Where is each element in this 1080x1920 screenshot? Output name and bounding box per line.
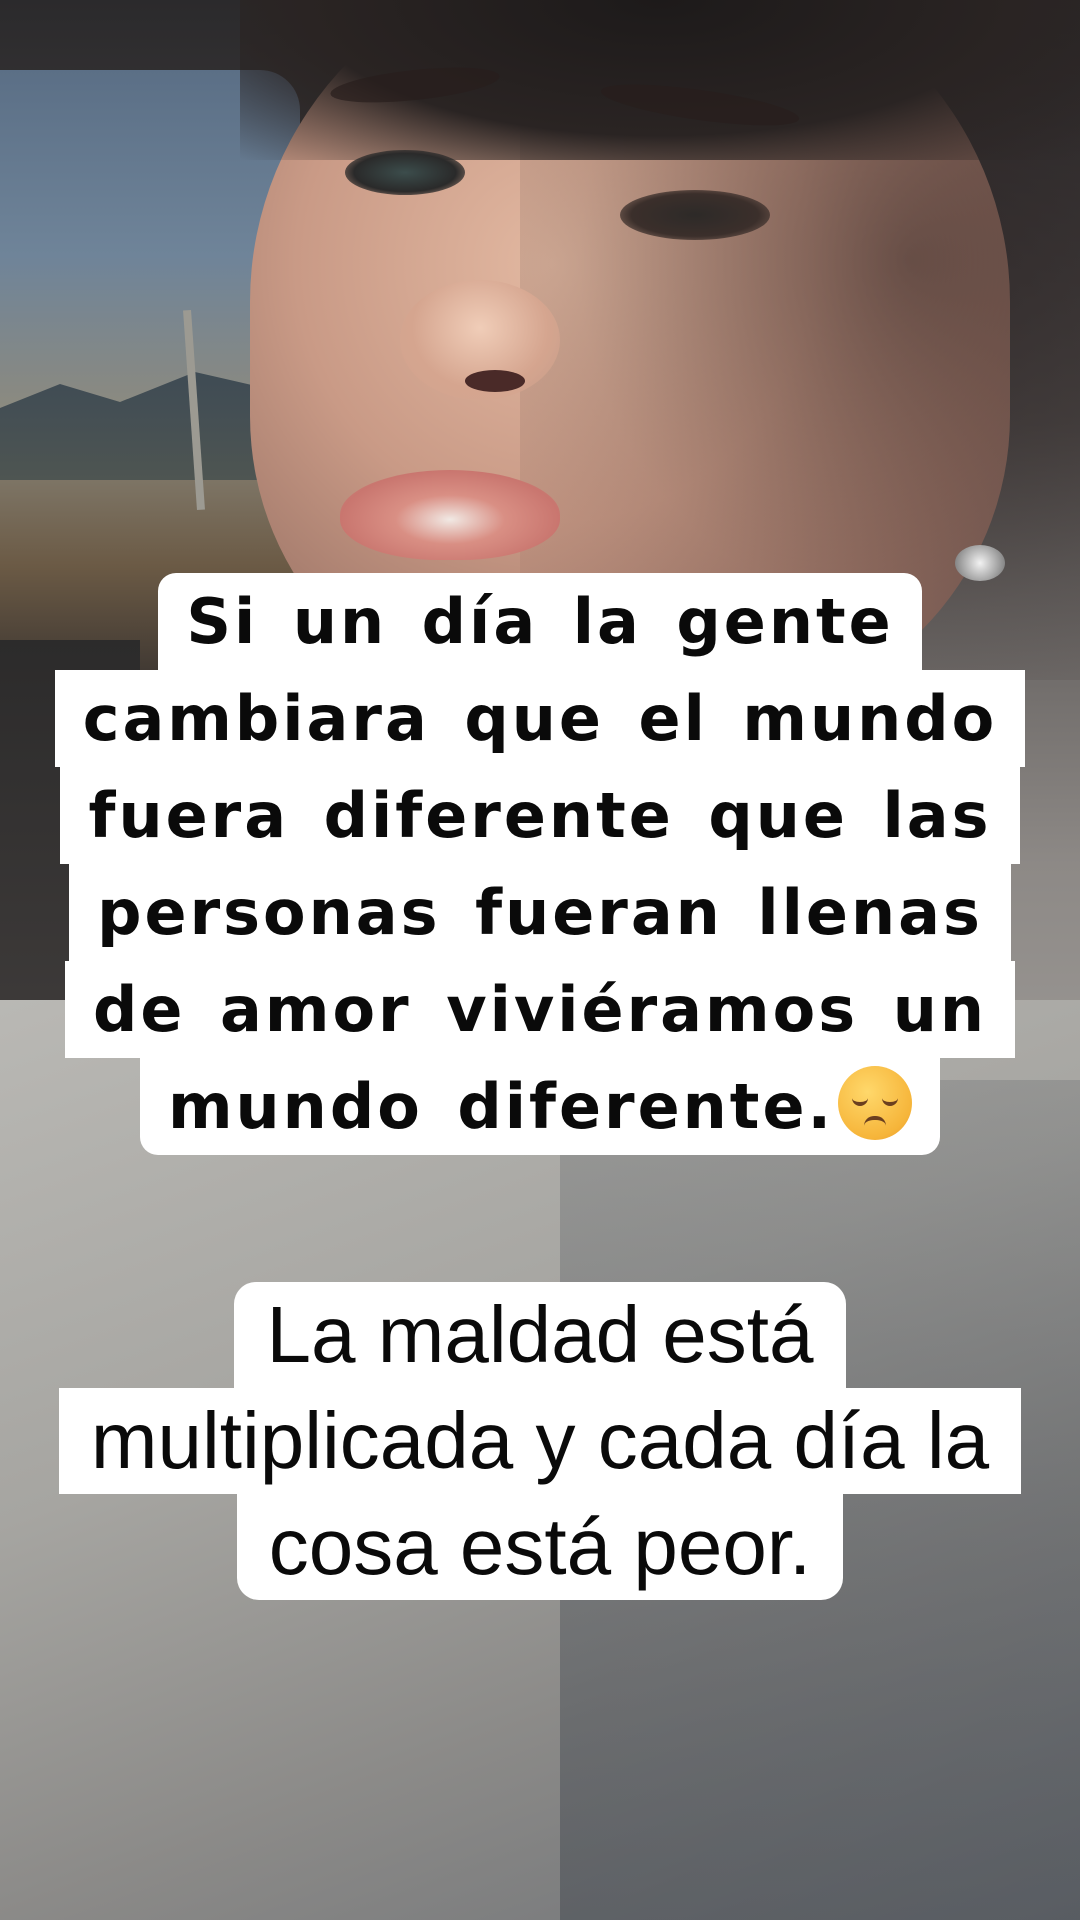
caption-top-line: cambiara que el mundo [54, 670, 1026, 767]
caption-bottom-line: multiplicada y cada día la [58, 1388, 1022, 1494]
caption-bottom: La maldad está multiplicada y cada día l… [0, 1282, 1080, 1600]
nostril [465, 370, 525, 392]
caption-top-line: fuera diferente que las [60, 767, 1020, 864]
caption-top: Si un día la gente cambiara que el mundo… [0, 573, 1080, 1155]
caption-bottom-line: cosa está peor. [236, 1494, 844, 1600]
pensive-face-icon [838, 1066, 913, 1140]
caption-top-line-last: mundo diferente. [139, 1058, 941, 1155]
mouth [340, 470, 560, 560]
right-eye [620, 190, 770, 240]
caption-top-text: mundo diferente. [167, 1070, 835, 1143]
left-eye [345, 150, 465, 195]
caption-top-line: Si un día la gente [158, 573, 922, 670]
caption-bottom-line: La maldad está [234, 1282, 846, 1388]
caption-top-line: personas fueran llenas [69, 864, 1011, 961]
caption-top-line: de amor viviéramos un [65, 961, 1015, 1058]
